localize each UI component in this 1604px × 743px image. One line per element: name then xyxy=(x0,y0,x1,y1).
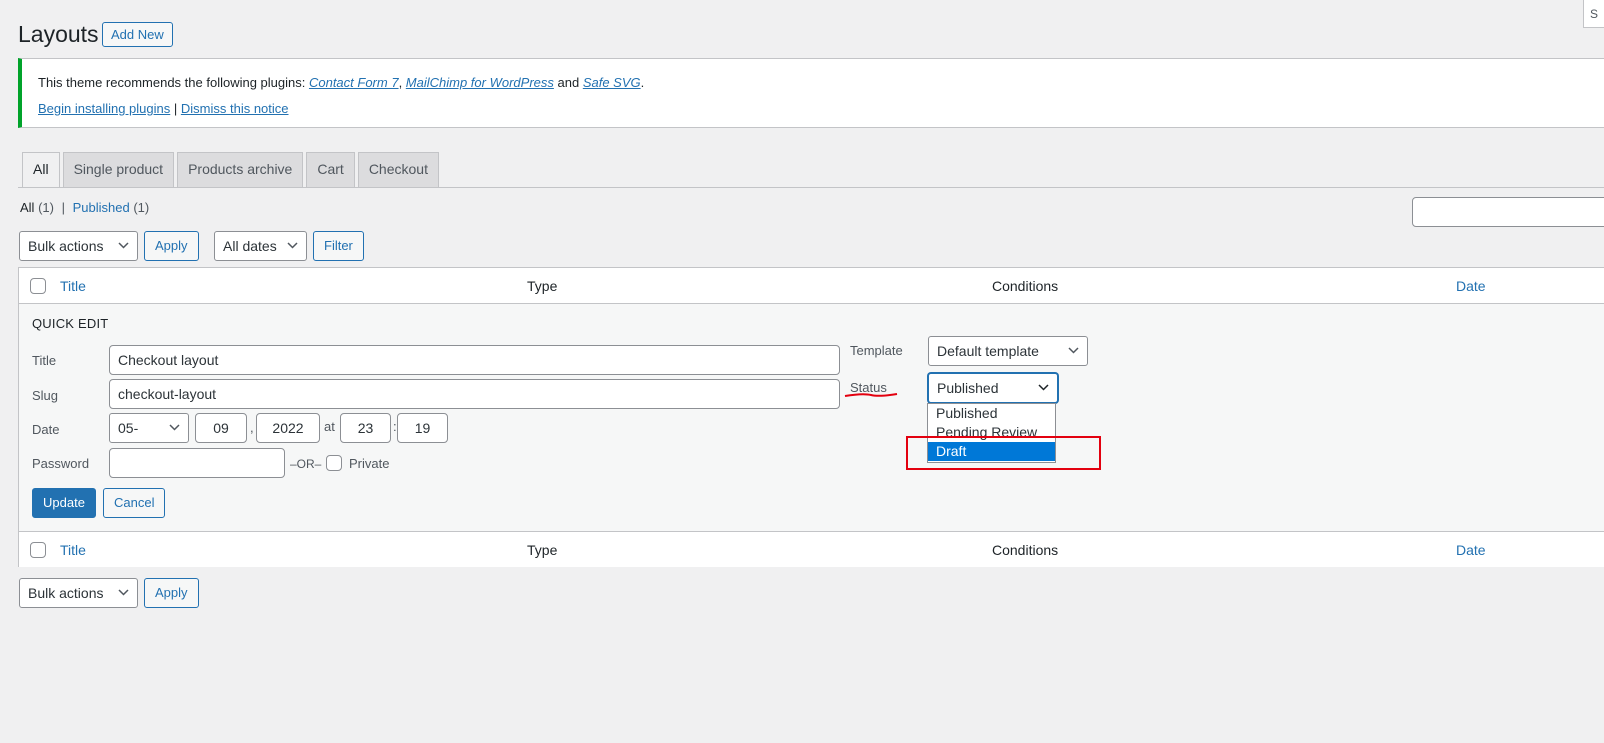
bulk-actions-value: Bulk actions xyxy=(28,238,104,254)
tab-cart[interactable]: Cart xyxy=(306,152,355,187)
view-all-count: (1) xyxy=(38,200,54,215)
screen-options-button[interactable]: S xyxy=(1583,0,1604,28)
or-separator: –OR– xyxy=(290,457,322,471)
notice-separator: , xyxy=(398,75,406,90)
column-conditions-footer: Conditions xyxy=(992,542,1059,558)
view-published-count: (1) xyxy=(133,200,150,215)
chevron-down-icon xyxy=(118,232,129,249)
layout-type-tabs: All Single product Products archive Cart Che… xyxy=(22,152,442,188)
quick-edit-heading: QUICK EDIT xyxy=(32,316,109,331)
view-published[interactable]: Published xyxy=(73,200,130,215)
date-comma: , xyxy=(250,420,254,435)
minute-input[interactable]: 19 xyxy=(397,413,448,443)
tab-single-product[interactable]: Single product xyxy=(62,152,175,187)
day-input[interactable]: 09 xyxy=(195,413,247,443)
date-label: Date xyxy=(32,422,60,437)
bulk-actions-select[interactable]: Bulk actions xyxy=(19,231,138,261)
hour-input[interactable]: 23 xyxy=(340,413,391,443)
page-title: Layouts xyxy=(18,21,99,47)
chevron-down-icon xyxy=(1038,374,1049,391)
column-type-footer: Type xyxy=(527,542,558,558)
template-label: Template xyxy=(850,343,903,358)
chevron-down-icon xyxy=(287,232,298,249)
title-label: Title xyxy=(32,353,57,368)
search-input[interactable] xyxy=(1412,197,1604,227)
template-value: Default template xyxy=(937,343,1039,359)
begin-installing-link[interactable]: Begin installing plugins xyxy=(38,101,170,116)
slug-input[interactable]: checkout-layout xyxy=(109,379,840,409)
column-type: Type xyxy=(527,278,558,294)
chevron-down-icon xyxy=(169,414,180,431)
year-input[interactable]: 2022 xyxy=(256,413,320,443)
date-filter-select[interactable]: All dates xyxy=(214,231,307,261)
slug-label: Slug xyxy=(32,388,59,403)
annotation-box xyxy=(906,436,1101,470)
status-value: Published xyxy=(937,380,999,396)
template-select[interactable]: Default template xyxy=(928,336,1088,366)
chevron-down-icon xyxy=(118,579,129,596)
tab-checkout[interactable]: Checkout xyxy=(357,152,439,187)
notice-end: . xyxy=(640,75,645,90)
select-all-checkbox[interactable] xyxy=(30,278,46,294)
apply-button[interactable]: Apply xyxy=(144,231,199,261)
private-checkbox[interactable] xyxy=(326,455,342,471)
table-header: Title Type Conditions Date xyxy=(19,268,1604,304)
status-option-published[interactable]: Published xyxy=(928,404,1055,423)
apply-button-bottom[interactable]: Apply xyxy=(144,578,199,608)
chevron-down-icon xyxy=(1068,337,1079,354)
layouts-table: Title Type Conditions Date QUICK EDIT Ti… xyxy=(18,267,1604,567)
tabs-divider xyxy=(18,187,1604,188)
notice-pipe: | xyxy=(170,101,181,116)
date-filter-value: All dates xyxy=(223,238,277,254)
column-date-footer[interactable]: Date xyxy=(1456,532,1486,568)
title-input[interactable]: Checkout layout xyxy=(109,345,840,375)
password-label: Password xyxy=(32,456,90,471)
bulk-actions-value-bottom: Bulk actions xyxy=(28,585,104,601)
password-input[interactable] xyxy=(109,448,285,478)
notice-and: and xyxy=(553,75,583,90)
private-label: Private xyxy=(349,456,390,471)
plugin-link-contact-form[interactable]: Contact Form 7 xyxy=(309,75,399,90)
column-date[interactable]: Date xyxy=(1456,268,1486,304)
status-views: All (1) | Published (1) xyxy=(20,200,149,215)
view-separator: | xyxy=(61,200,65,215)
update-button[interactable]: Update xyxy=(32,488,96,518)
bulk-actions-select-bottom[interactable]: Bulk actions xyxy=(19,578,138,608)
notice-actions: Begin installing plugins | Dismiss this … xyxy=(38,101,289,116)
column-title-footer[interactable]: Title xyxy=(60,532,86,568)
cancel-button[interactable]: Cancel xyxy=(103,488,166,518)
table-footer: Title Type Conditions Date xyxy=(19,531,1604,567)
tab-all[interactable]: All xyxy=(22,152,60,188)
dismiss-notice-link[interactable]: Dismiss this notice xyxy=(181,101,289,116)
select-all-checkbox-footer[interactable] xyxy=(30,542,46,558)
filter-button[interactable]: Filter xyxy=(313,231,364,261)
status-select[interactable]: Published xyxy=(928,373,1058,403)
view-all[interactable]: All xyxy=(20,200,34,215)
notice-text: This theme recommends the following plug… xyxy=(38,75,309,90)
column-title[interactable]: Title xyxy=(60,268,86,304)
at-label: at xyxy=(324,419,335,434)
annotation-underline xyxy=(844,393,898,397)
quick-edit-panel: QUICK EDIT Title Checkout layout Slug ch… xyxy=(19,304,1604,531)
plugin-notice: This theme recommends the following plug… xyxy=(18,58,1604,128)
add-new-button[interactable]: Add New xyxy=(102,22,173,47)
tab-products-archive[interactable]: Products archive xyxy=(177,152,304,187)
notice-message: This theme recommends the following plug… xyxy=(38,75,644,90)
plugin-link-mailchimp[interactable]: MailChimp for WordPress xyxy=(406,75,554,90)
plugin-link-safe-svg[interactable]: Safe SVG xyxy=(583,75,641,90)
column-conditions: Conditions xyxy=(992,278,1059,294)
month-select[interactable]: 05-May xyxy=(109,413,189,464)
